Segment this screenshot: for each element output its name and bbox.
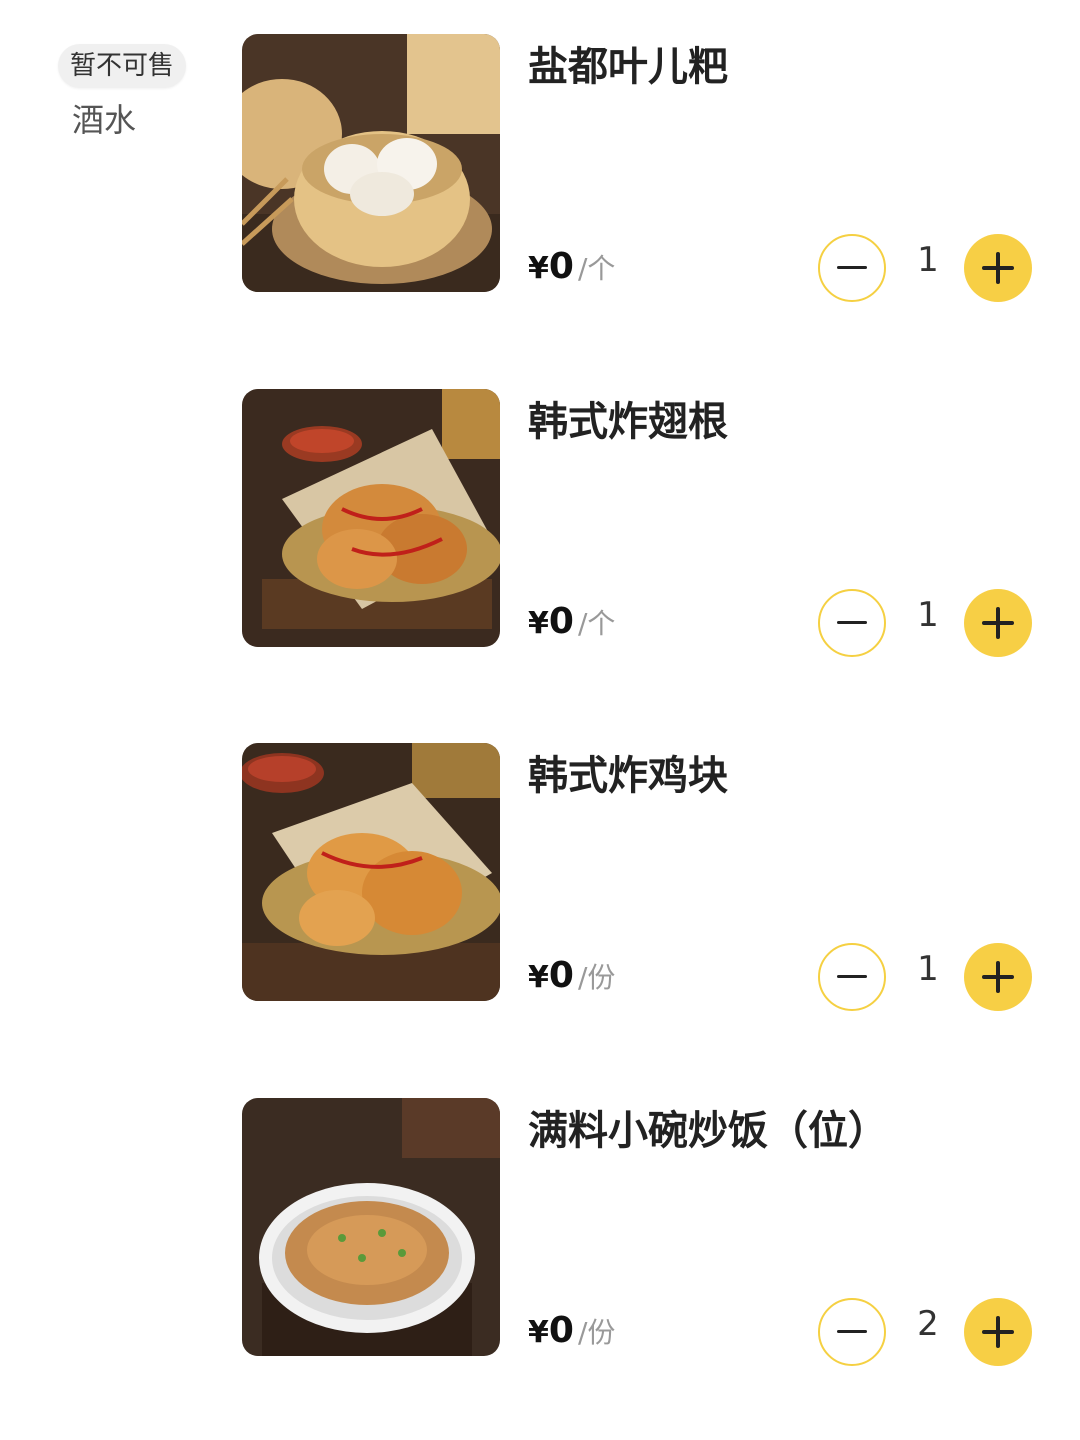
decrease-quantity-button[interactable] [818,234,886,302]
menu-item[interactable]: 韩式炸鸡块 ¥0/份 1 [242,743,1042,1011]
decrease-quantity-button[interactable] [818,943,886,1011]
dish-image[interactable] [242,1098,500,1356]
quantity-value: 1 [917,240,939,280]
quantity-stepper[interactable]: 2 [818,1298,1034,1368]
quantity-value: 2 [917,1304,939,1344]
menu-item[interactable]: 盐都叶儿粑 ¥0/个 1 [242,34,1042,302]
dish-name: 盐都叶儿粑 [528,44,728,90]
sidebar-item-drinks[interactable]: 酒水 [72,95,136,141]
dish-name: 满料小碗炒饭（位） [528,1108,888,1154]
menu-item[interactable]: 韩式炸翅根 ¥0/个 1 [242,389,1042,657]
dish-price: ¥0/份 [528,955,616,996]
dish-price: ¥0/份 [528,1310,616,1351]
menu-item[interactable]: 满料小碗炒饭（位） ¥0/份 2 [242,1098,1042,1366]
quantity-value: 1 [917,949,939,989]
increase-quantity-button[interactable] [964,234,1032,302]
decrease-quantity-button[interactable] [818,1298,886,1366]
quantity-stepper[interactable]: 1 [818,234,1034,304]
quantity-value: 1 [917,595,939,635]
dish-image[interactable] [242,389,500,647]
increase-quantity-button[interactable] [964,589,1032,657]
dish-name: 韩式炸翅根 [528,399,728,445]
dish-image[interactable] [242,743,500,1001]
dish-price: ¥0/个 [528,601,616,642]
increase-quantity-button[interactable] [964,1298,1032,1366]
status-badge: 暂不可售 [58,44,187,88]
dish-image[interactable] [242,34,500,292]
category-sidebar: 暂不可售 酒水 [0,0,225,1440]
dish-name: 韩式炸鸡块 [528,753,728,799]
dish-price: ¥0/个 [528,246,616,287]
quantity-stepper[interactable]: 1 [818,943,1034,1013]
decrease-quantity-button[interactable] [818,589,886,657]
quantity-stepper[interactable]: 1 [818,589,1034,659]
increase-quantity-button[interactable] [964,943,1032,1011]
